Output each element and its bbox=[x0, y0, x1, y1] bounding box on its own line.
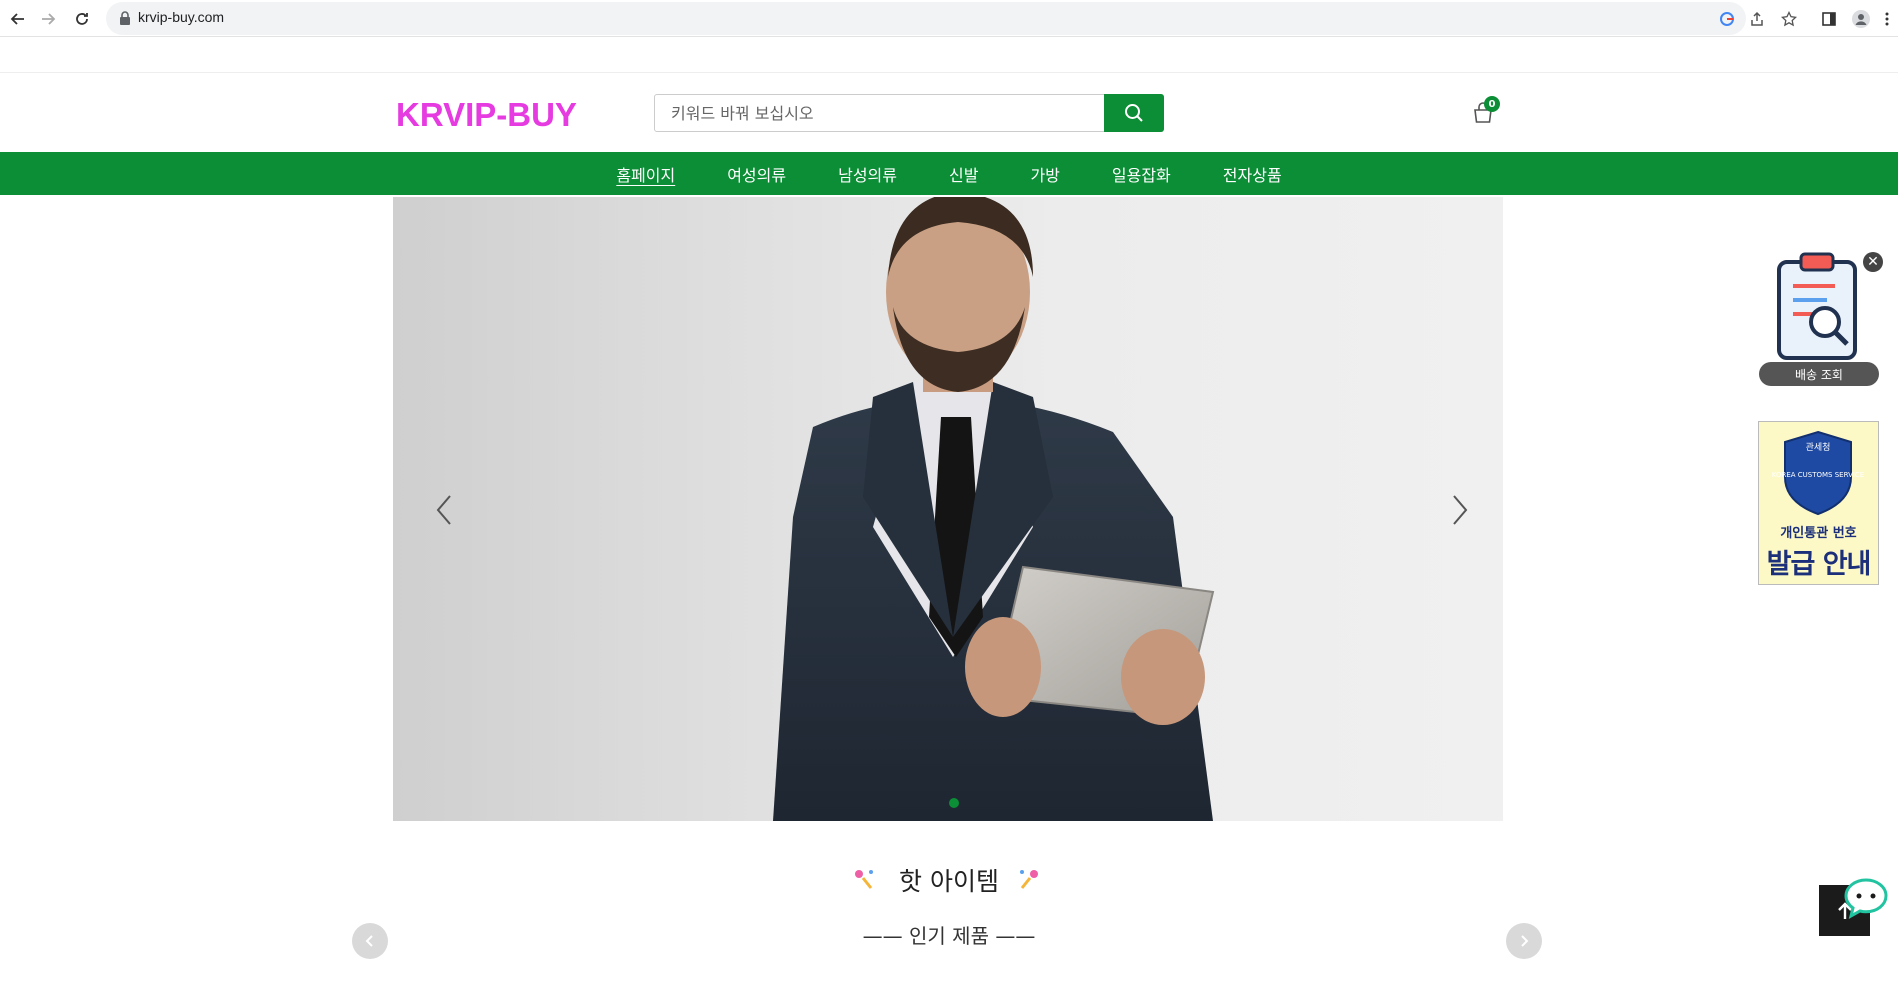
tracking-label[interactable]: 배송 조회 bbox=[1759, 362, 1879, 386]
customs-badge-text: KOREA CUSTOMS SERVICE bbox=[1772, 471, 1864, 479]
nav-item-mens[interactable]: 남성의류 bbox=[812, 152, 923, 195]
cart-count-badge: 0 bbox=[1484, 96, 1500, 112]
close-tracking-widget-button[interactable]: ✕ bbox=[1863, 252, 1883, 272]
nav-item-bags[interactable]: 가방 bbox=[1004, 152, 1085, 195]
products-prev-button[interactable] bbox=[352, 923, 388, 959]
chevron-right-icon bbox=[1521, 935, 1529, 947]
customs-line-1: 개인통관 번호 bbox=[1780, 526, 1857, 541]
menu-dots-icon[interactable] bbox=[1876, 8, 1898, 30]
star-icon[interactable] bbox=[1778, 8, 1800, 30]
address-bar[interactable] bbox=[106, 2, 1746, 35]
search-box bbox=[654, 94, 1164, 132]
chevron-left-icon bbox=[365, 935, 373, 947]
search-button[interactable] bbox=[1104, 94, 1164, 132]
reload-icon[interactable] bbox=[70, 7, 94, 31]
lock-icon bbox=[120, 11, 130, 25]
side-panel-icon[interactable] bbox=[1818, 8, 1840, 30]
svg-text:관세청: 관세청 bbox=[1806, 442, 1831, 453]
customs-shield-icon: 관세청 KOREA CUSTOMS SERVICE bbox=[1772, 430, 1864, 516]
customs-line-2: 발급 안내 bbox=[1766, 549, 1872, 580]
search-input[interactable] bbox=[655, 95, 1105, 131]
hot-items-title: 핫 아이템 bbox=[899, 867, 999, 896]
sparkle-right-icon bbox=[1020, 870, 1038, 889]
nav-item-home[interactable]: 홈페이지 bbox=[590, 152, 701, 195]
browser-toolbar: krvip-buy.com bbox=[0, 0, 1898, 37]
hero-photo-man-with-tablet bbox=[773, 197, 1215, 821]
main-nav: 홈페이지 여성의류 남성의류 신발 가방 일용잡화 전자상품 bbox=[0, 152, 1898, 195]
hero-next-arrow[interactable] bbox=[1444, 490, 1474, 530]
hero-slide-indicator[interactable] bbox=[949, 798, 959, 808]
nav-item-daily-goods[interactable]: 일용잡화 bbox=[1086, 152, 1197, 195]
hero-banner[interactable] bbox=[393, 197, 1503, 821]
back-icon[interactable] bbox=[6, 7, 30, 31]
nav-item-electronics[interactable]: 전자상품 bbox=[1197, 152, 1308, 195]
profile-icon[interactable] bbox=[1850, 8, 1872, 30]
chat-icon[interactable] bbox=[1842, 876, 1890, 920]
forward-icon[interactable] bbox=[36, 7, 60, 31]
hot-items-subtitle: —— 인기 제품 —— bbox=[862, 924, 1036, 948]
nav-item-shoes[interactable]: 신발 bbox=[923, 152, 1004, 195]
google-icon[interactable] bbox=[1716, 8, 1738, 30]
search-icon bbox=[1125, 104, 1143, 122]
customs-clearance-banner[interactable]: 관세청 KOREA CUSTOMS SERVICE 개인통관 번호 발급 안내 bbox=[1758, 421, 1879, 585]
url-text: krvip-buy.com bbox=[138, 9, 225, 25]
nav-item-womens[interactable]: 여성의류 bbox=[701, 152, 812, 195]
site-header: KRVIP-BUY 0 bbox=[0, 72, 1898, 152]
site-logo[interactable]: KRVIP-BUY bbox=[396, 96, 577, 134]
share-icon[interactable] bbox=[1746, 8, 1768, 30]
hero-prev-arrow[interactable] bbox=[430, 490, 460, 530]
products-next-button[interactable] bbox=[1506, 923, 1542, 959]
